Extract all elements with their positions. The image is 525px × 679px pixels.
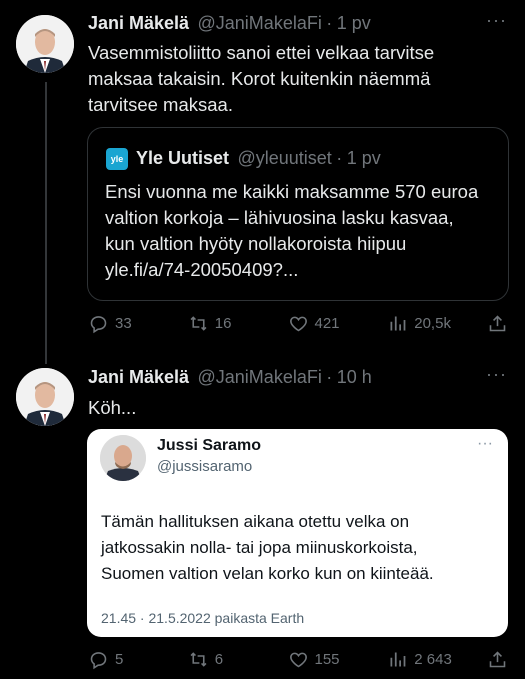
- retweet-button[interactable]: 6: [188, 649, 288, 670]
- retweet-icon: [190, 651, 207, 667]
- share-icon: [489, 314, 506, 331]
- like-count: 155: [314, 650, 340, 668]
- avatar-photo-icon: [100, 435, 146, 481]
- dot-separator: ·: [326, 367, 333, 387]
- like-button[interactable]: 421: [288, 313, 388, 334]
- quote-author-name[interactable]: Yle Uutiset: [136, 148, 229, 168]
- quote-text: Ensi vuonna me kaikki maksamme 570 euroa…: [105, 181, 479, 280]
- avatar-photo-icon: [16, 368, 74, 426]
- tweet-actions: 5 6 155 2 643: [88, 648, 508, 670]
- author-handle[interactable]: @JaniMakelaFi: [198, 13, 322, 33]
- tweet-header: Jani Mäkelä @JaniMakelaFi · 1 pv: [88, 13, 508, 37]
- embedded-more-icon: ···: [477, 435, 493, 452]
- author-handle[interactable]: @JaniMakelaFi: [198, 367, 322, 387]
- tweet-time[interactable]: 10 h: [337, 367, 372, 387]
- share-button[interactable]: [487, 649, 508, 670]
- share-icon: [489, 650, 506, 667]
- tweet-text: Vasemmistoliitto sanoi ettei velkaa tarv…: [88, 42, 435, 115]
- retweet-count: 6: [214, 650, 224, 668]
- tweet-time[interactable]: 1 pv: [337, 13, 371, 33]
- thread-line: [45, 82, 47, 364]
- quote-time: 1 pv: [346, 148, 381, 168]
- more-options-icon[interactable]: ···: [486, 10, 507, 31]
- quote-author-handle: @yleuutiset: [237, 148, 332, 168]
- reply-count: 5: [115, 650, 124, 668]
- views-button[interactable]: 20,5k: [387, 313, 487, 334]
- quote-header: Yle Uutiset @yleuutiset · 1 pv: [136, 148, 381, 169]
- reply-button[interactable]: 5: [88, 649, 188, 670]
- view-count: 2 643: [414, 650, 452, 668]
- avatar[interactable]: [16, 368, 74, 426]
- views-icon: [390, 652, 406, 666]
- tweet-header: Jani Mäkelä @JaniMakelaFi · 10 h: [88, 367, 508, 391]
- author-name[interactable]: Jani Mäkelä: [88, 13, 189, 33]
- embedded-author-name: Jussi Saramo: [157, 437, 262, 454]
- share-button[interactable]: [487, 313, 508, 334]
- avatar-photo-icon: [16, 15, 74, 73]
- heart-icon: [289, 316, 307, 331]
- embedded-author-handle: @jussisaramo: [157, 458, 253, 475]
- heart-icon: [289, 652, 307, 667]
- dot-separator: ·: [326, 13, 333, 33]
- views-button[interactable]: 2 643: [387, 649, 487, 670]
- reply-count: 33: [115, 314, 132, 332]
- like-button[interactable]: 155: [288, 649, 388, 670]
- yle-logo-icon: yle: [106, 148, 128, 170]
- quoted-tweet[interactable]: yle Yle Uutiset @yleuutiset · 1 pv Ensi …: [87, 127, 509, 301]
- dot-separator: ·: [336, 148, 343, 168]
- view-count: 20,5k: [414, 314, 451, 332]
- tweet-text: Köh...: [88, 397, 137, 418]
- reply-icon: [90, 651, 107, 669]
- reply-icon: [90, 315, 107, 333]
- reply-button[interactable]: 33: [88, 313, 188, 334]
- more-options-icon[interactable]: ···: [486, 364, 507, 385]
- retweet-count: 16: [214, 314, 232, 332]
- author-name[interactable]: Jani Mäkelä: [88, 367, 189, 387]
- embedded-image[interactable]: Jussi Saramo @jussisaramo ··· Tämän hall…: [87, 429, 508, 637]
- like-count: 421: [314, 314, 340, 332]
- retweet-icon: [190, 315, 207, 331]
- embedded-avatar: [100, 435, 146, 481]
- tweet-actions: 33 16 421 20,5k: [88, 312, 508, 334]
- embedded-meta: 21.45 · 21.5.2022 paikasta Earth: [101, 610, 305, 626]
- views-icon: [390, 316, 406, 330]
- embedded-text: Tämän hallituksen aikana otettu velka on…: [101, 512, 434, 583]
- retweet-button[interactable]: 16: [188, 313, 288, 334]
- avatar[interactable]: [16, 15, 74, 73]
